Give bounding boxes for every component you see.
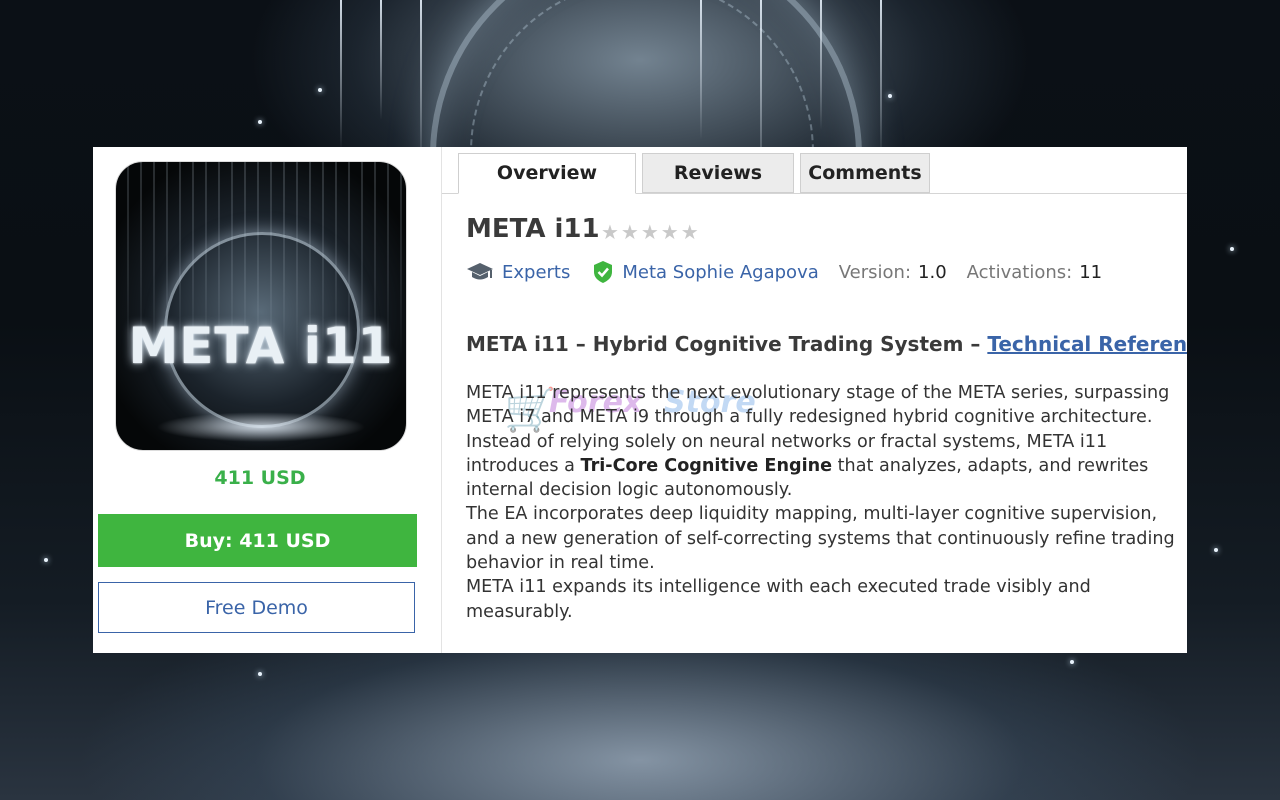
graduation-cap-icon [466, 261, 494, 283]
buy-button[interactable]: Buy: 411 USD [98, 514, 417, 567]
product-title: META i11 [466, 214, 600, 244]
product-card: META i11 411 USD Buy: 411 USD Free Demo … [93, 147, 1187, 653]
tab-overview[interactable]: Overview [458, 153, 636, 194]
version-value: 1.0 [918, 261, 947, 283]
description-body: META i11 represents the next evolutionar… [466, 381, 1181, 624]
verified-shield-icon [592, 260, 614, 284]
activations-label: Activations: [966, 261, 1073, 283]
product-logo: META i11 [115, 161, 407, 451]
description-paragraph: META i11 represents the next evolutionar… [466, 383, 1170, 428]
description-paragraph: Instead of relying solely on neural netw… [466, 431, 1149, 501]
tab-reviews[interactable]: Reviews [642, 153, 794, 193]
product-meta: Experts Meta Sophie Agapova Version: 1.0… [466, 260, 1102, 284]
free-demo-button[interactable]: Free Demo [98, 582, 415, 633]
description-paragraph: The EA incorporates deep liquidity mappi… [466, 504, 1175, 574]
version-label: Version: [838, 261, 912, 283]
description-paragraph: META i11 expands its intelligence with e… [466, 577, 1091, 622]
tab-bar: Overview Reviews Comments [442, 147, 1187, 194]
product-sidebar: META i11 411 USD Buy: 411 USD Free Demo [93, 147, 442, 653]
technical-reference-link[interactable]: Technical Reference [987, 332, 1187, 356]
rating-stars[interactable]: ★★★★★ [601, 220, 701, 244]
category-link[interactable]: Experts [502, 262, 570, 283]
tab-comments[interactable]: Comments [800, 153, 930, 193]
activations-value: 11 [1079, 261, 1103, 283]
product-details: Overview Reviews Comments META i11 ★★★★★… [442, 147, 1187, 653]
logo-text: META i11 [128, 317, 394, 375]
author-link[interactable]: Meta Sophie Agapova [622, 262, 818, 283]
description-heading: META i11 – Hybrid Cognitive Trading Syst… [466, 332, 1187, 356]
price-label: 411 USD [214, 467, 306, 489]
